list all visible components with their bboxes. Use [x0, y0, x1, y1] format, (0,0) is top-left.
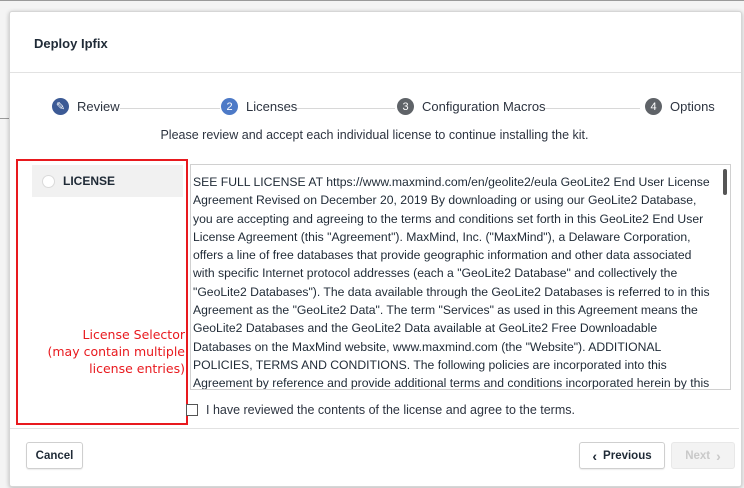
step-configuration-macros[interactable]: 3 Configuration Macros [397, 98, 546, 115]
background-divider [0, 118, 9, 119]
footer-divider [10, 428, 739, 429]
license-text: SEE FULL LICENSE AT https://www.maxmind.… [193, 175, 710, 390]
header-divider [10, 72, 741, 73]
annotation-label: License Selector (may contain multiple l… [10, 326, 186, 377]
annotation-line: License Selector [82, 327, 185, 342]
previous-button[interactable]: ‹ Previous [579, 442, 665, 469]
agree-checkbox-row[interactable]: I have reviewed the contents of the lice… [186, 403, 575, 417]
step-number: 2 [221, 98, 238, 115]
step-label: Options [670, 99, 715, 114]
instruction-text: Please review and accept each individual… [160, 128, 589, 142]
agree-checkbox[interactable] [186, 404, 198, 416]
annotation-box [16, 159, 188, 425]
step-number: 4 [645, 98, 662, 115]
step-label: Configuration Macros [422, 99, 546, 114]
step-connector [295, 108, 395, 109]
license-text-panel[interactable]: SEE FULL LICENSE AT https://www.maxmind.… [190, 164, 731, 390]
step-label: Review [77, 99, 120, 114]
step-number: 3 [397, 98, 414, 115]
cancel-button-label: Cancel [35, 449, 74, 462]
cancel-button[interactable]: Cancel [26, 442, 83, 469]
step-licenses[interactable]: 2 Licenses [221, 98, 297, 115]
step-connector [120, 108, 220, 109]
edit-icon: ✎ [52, 98, 69, 115]
background-divider [0, 0, 744, 1]
chevron-left-icon: ‹ [592, 447, 598, 464]
next-button-label: Next [685, 449, 711, 462]
scrollbar-thumb[interactable] [723, 169, 727, 195]
step-options[interactable]: 4 Options [645, 98, 715, 115]
annotation-line: (may contain multiple [47, 344, 186, 359]
next-button[interactable]: Next › [671, 442, 735, 469]
step-label: Licenses [246, 99, 298, 114]
step-connector [545, 108, 640, 109]
previous-button-label: Previous [603, 449, 652, 462]
chevron-right-icon: › [716, 447, 721, 464]
step-review[interactable]: ✎ Review [52, 98, 120, 115]
agree-label: I have reviewed the contents of the lice… [206, 403, 575, 417]
dialog-title: Deploy Ipfix [34, 36, 108, 51]
annotation-line: license entries) [89, 361, 185, 376]
